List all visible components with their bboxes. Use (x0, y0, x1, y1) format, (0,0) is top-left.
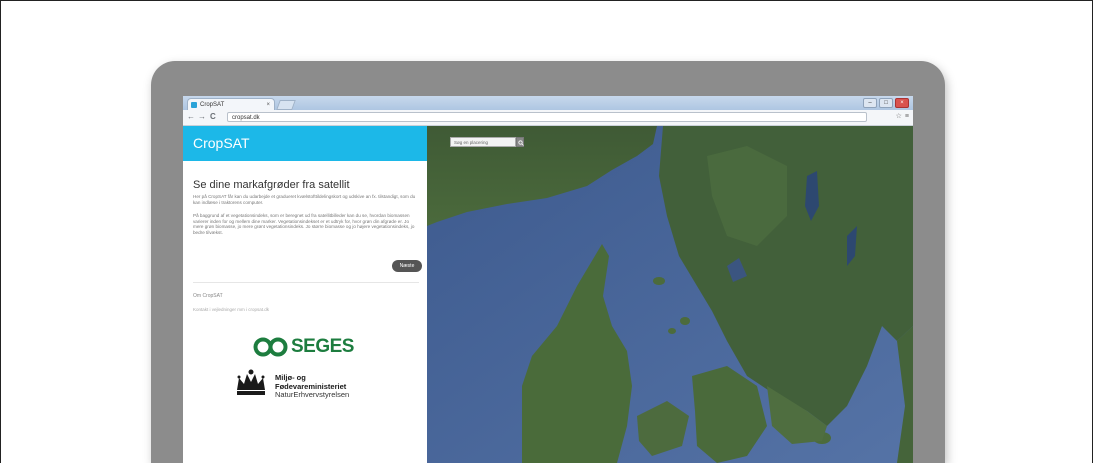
forward-button[interactable]: → (198, 112, 206, 122)
window-controls: – □ × (863, 98, 909, 108)
maximize-button[interactable]: □ (879, 98, 893, 108)
divider (193, 282, 419, 283)
browser-tab[interactable]: CropSAT × (187, 98, 275, 110)
page-title: Se dine markafgrøder fra satellit (193, 179, 350, 191)
map-imagery (427, 126, 913, 463)
seges-rings-icon (253, 337, 288, 357)
brand-header: CropSAT (183, 126, 427, 161)
reload-button[interactable]: C (210, 112, 216, 122)
map-search-input[interactable]: Søg en placering (450, 137, 516, 147)
seges-logo: SEGES (253, 336, 354, 358)
bookmark-star-icon[interactable]: ☆ (896, 112, 902, 122)
crown-icon (237, 369, 265, 395)
description-paragraph: På baggrund af et vegetationsindeks, som… (193, 213, 415, 235)
menu-icon[interactable]: ≡ (905, 112, 909, 122)
browser-toolbar: ← → C cropsat.dk ☆ ≡ (183, 110, 913, 126)
back-button[interactable]: ← (187, 112, 195, 122)
next-button[interactable]: Næste (392, 260, 422, 272)
contact-text: Kontakt i vejledninger mm i cropsat.dk (193, 307, 270, 312)
address-bar[interactable]: cropsat.dk (227, 112, 867, 122)
ministry-line-3: NaturErhvervstyrelsen (275, 390, 350, 399)
minimize-button[interactable]: – (863, 98, 877, 108)
seges-logo-text: SEGES (291, 336, 354, 357)
close-window-button[interactable]: × (895, 98, 909, 108)
search-icon (518, 140, 524, 146)
favicon-icon (191, 102, 197, 108)
toolbar-right-icons: ☆ ≡ (896, 112, 909, 122)
laptop-screen: CropSAT × – □ × ← → C cropsat.dk ☆ ≡ Cro… (183, 96, 913, 463)
browser-tab-bar: CropSAT × – □ × (183, 96, 913, 110)
new-tab-button[interactable] (276, 100, 296, 110)
map-search-button[interactable] (516, 137, 524, 147)
intro-paragraph: Her på CropSAT får kan du udarbejde et g… (193, 194, 416, 205)
tab-title: CropSAT (200, 102, 225, 108)
about-link[interactable]: Om CropSAT (193, 293, 223, 299)
satellite-map[interactable]: Søg en placering (427, 126, 913, 463)
sidebar-panel: CropSAT Se dine markafgrøder fra satelli… (183, 126, 428, 463)
ministry-logo: Miljø- og Fødevareministeriet NaturErhve… (233, 368, 413, 408)
